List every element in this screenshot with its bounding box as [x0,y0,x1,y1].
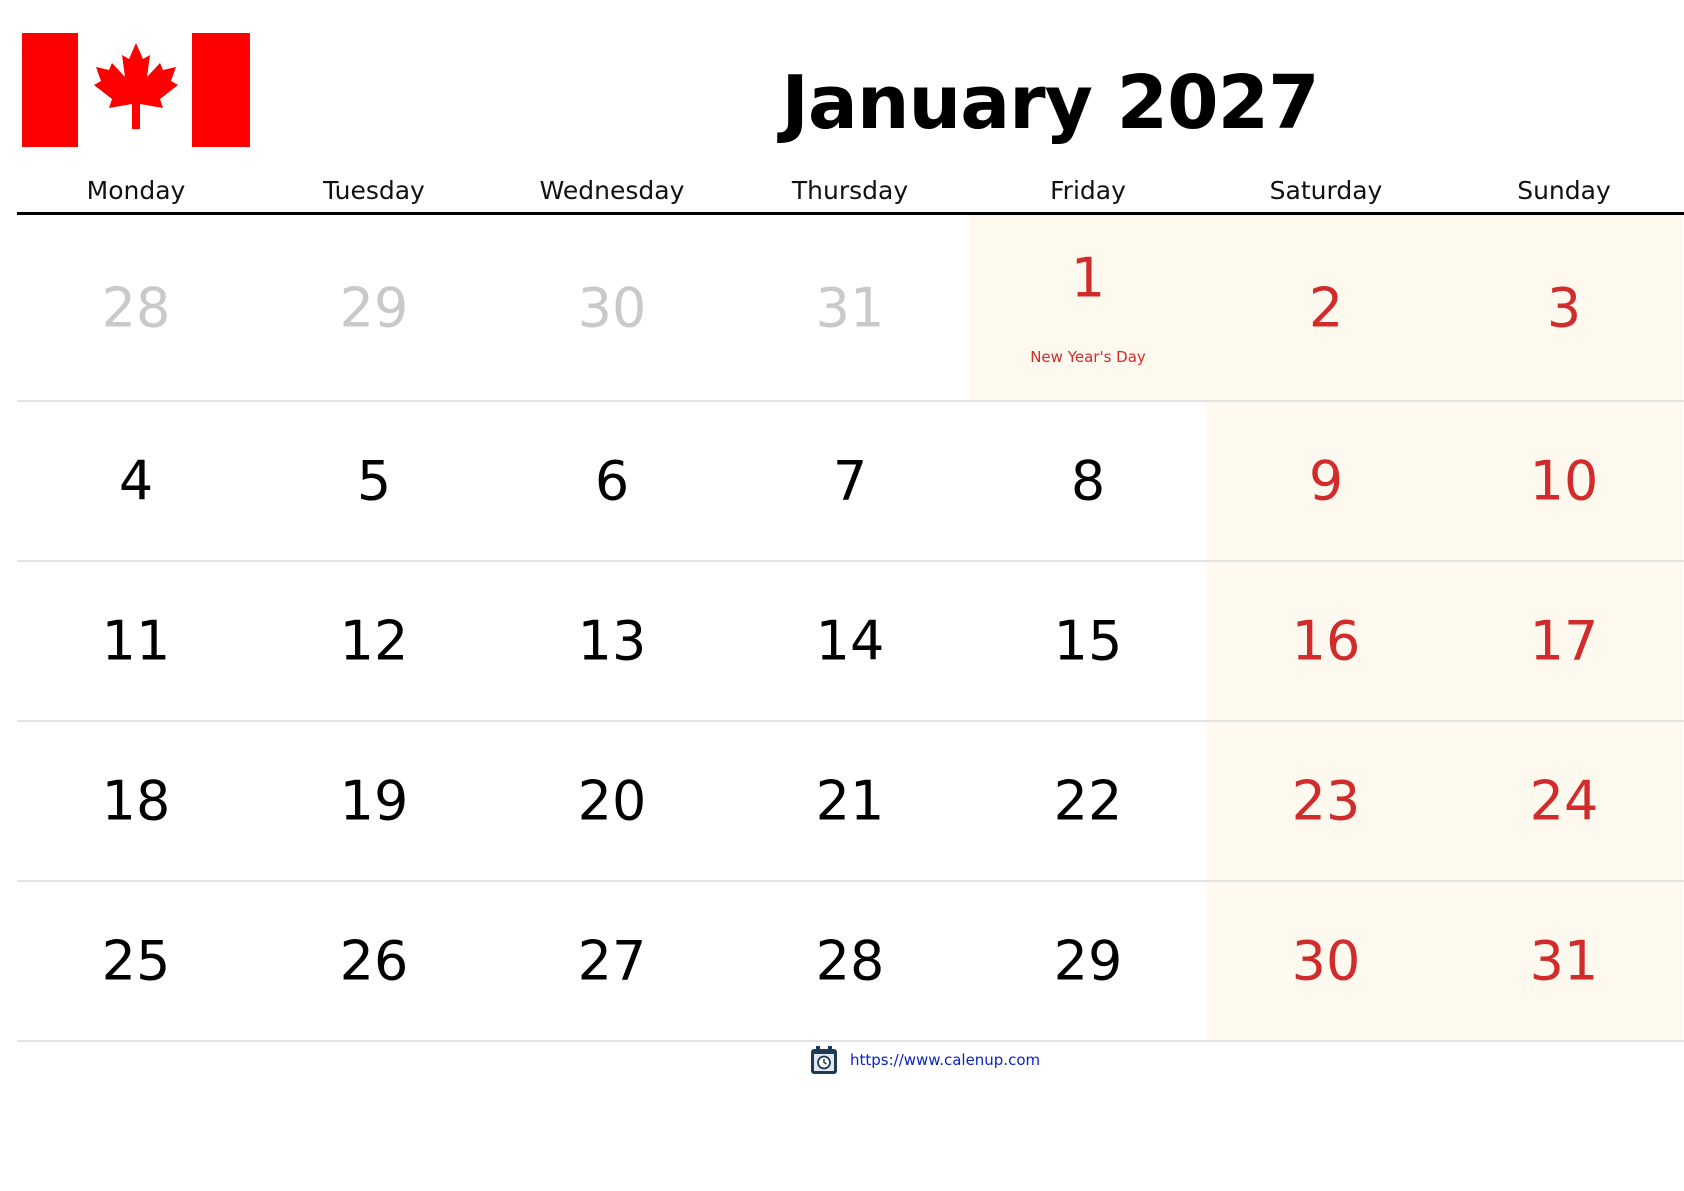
day-cell[interactable]: 11 [17,562,255,720]
day-cell[interactable]: 30 [493,215,731,400]
day-number: 20 [577,769,647,833]
week-row: 11 12 13 14 15 16 17 [17,562,1684,722]
day-number: 27 [577,929,647,993]
day-number: 16 [1291,609,1361,673]
calendar-clock-icon [811,1046,837,1074]
day-number: 21 [815,769,885,833]
day-number: 17 [1529,609,1599,673]
day-number: 14 [815,609,885,673]
day-number: 29 [1053,929,1123,993]
day-cell[interactable]: 28 [17,215,255,400]
day-number: 13 [577,609,647,673]
day-cell[interactable]: 30 [1207,882,1445,1040]
weekday-thursday: Thursday [791,176,909,205]
day-number: 30 [577,276,647,339]
weekday-tuesday: Tuesday [323,176,425,205]
day-cell[interactable]: 17 [1445,562,1683,720]
week-row: 25 26 27 28 29 30 31 [17,882,1684,1042]
day-cell[interactable]: 7 [731,402,969,560]
day-number: 4 [118,449,154,513]
weekday-saturday: Saturday [1269,176,1383,205]
day-cell[interactable]: 6 [493,402,731,560]
day-number: 5 [356,449,392,513]
day-cell[interactable]: 21 [731,722,969,880]
day-cell[interactable]: 14 [731,562,969,720]
weekday-friday: Friday [1050,176,1126,205]
day-cell[interactable]: 9 [1207,402,1445,560]
day-cell[interactable]: 22 [969,722,1207,880]
day-number: 31 [1529,929,1599,993]
day-cell[interactable]: 27 [493,882,731,1040]
day-cell[interactable]: 13 [493,562,731,720]
day-cell[interactable]: 26 [255,882,493,1040]
day-cell[interactable]: 12 [255,562,493,720]
footer: https://www.calenup.com [810,1045,1040,1075]
day-cell[interactable]: 31 [731,215,969,400]
day-number: 1 [1070,246,1106,310]
day-number: 25 [101,929,171,993]
day-cell[interactable]: 29 [969,882,1207,1040]
day-cell[interactable]: 15 [969,562,1207,720]
day-number: 10 [1529,449,1599,513]
holiday-label: New Year's Day [1030,348,1146,366]
day-cell[interactable]: 2 [1207,215,1445,400]
day-number: 23 [1291,769,1361,833]
day-cell[interactable]: 28 [731,882,969,1040]
day-number: 28 [101,276,171,339]
day-cell[interactable]: 24 [1445,722,1683,880]
canada-flag-icon [22,33,250,147]
day-number: 6 [594,449,630,513]
day-cell[interactable]: 29 [255,215,493,400]
day-number: 19 [339,769,409,833]
day-cell[interactable]: 16 [1207,562,1445,720]
day-number: 24 [1529,769,1599,833]
week-row: 28 29 30 31 1 New Year's Day 2 3 [17,215,1684,402]
day-number: 15 [1053,609,1123,673]
day-cell[interactable]: 1 New Year's Day [969,215,1207,400]
day-number: 31 [815,276,885,339]
day-cell[interactable]: 25 [17,882,255,1040]
day-number: 11 [101,609,171,673]
day-cell[interactable]: 23 [1207,722,1445,880]
day-cell[interactable]: 5 [255,402,493,560]
day-number: 29 [339,276,409,339]
day-number: 28 [815,929,885,993]
day-number: 30 [1291,929,1361,993]
weekday-wednesday: Wednesday [539,176,685,205]
weekday-monday: Monday [86,176,186,205]
day-number: 22 [1053,769,1123,833]
calendar-grid: Monday Tuesday Wednesday Thursday Friday Satu… [17,170,1684,1042]
day-number: 2 [1308,276,1344,339]
week-row: 4 5 6 7 8 9 10 [17,402,1684,562]
day-cell[interactable]: 18 [17,722,255,880]
day-number: 9 [1308,449,1344,513]
day-number: 8 [1070,449,1106,513]
page-title: January 2027 [781,60,1319,146]
day-cell[interactable]: 8 [969,402,1207,560]
day-cell[interactable]: 19 [255,722,493,880]
day-cell[interactable]: 10 [1445,402,1683,560]
website-link[interactable]: https://www.calenup.com [850,1051,1040,1069]
week-row: 18 19 20 21 22 23 24 [17,722,1684,882]
day-number: 3 [1546,276,1582,339]
day-cell[interactable]: 3 [1445,215,1683,400]
weekday-header: Monday Tuesday Wednesday Thursday Friday Satu… [17,170,1684,215]
day-number: 26 [339,929,409,993]
weekday-sunday: Sunday [1517,176,1611,205]
day-cell[interactable]: 31 [1445,882,1683,1040]
day-number: 12 [339,609,409,673]
day-number: 7 [832,449,868,513]
day-number: 18 [101,769,171,833]
day-cell[interactable]: 20 [493,722,731,880]
day-cell[interactable]: 4 [17,402,255,560]
